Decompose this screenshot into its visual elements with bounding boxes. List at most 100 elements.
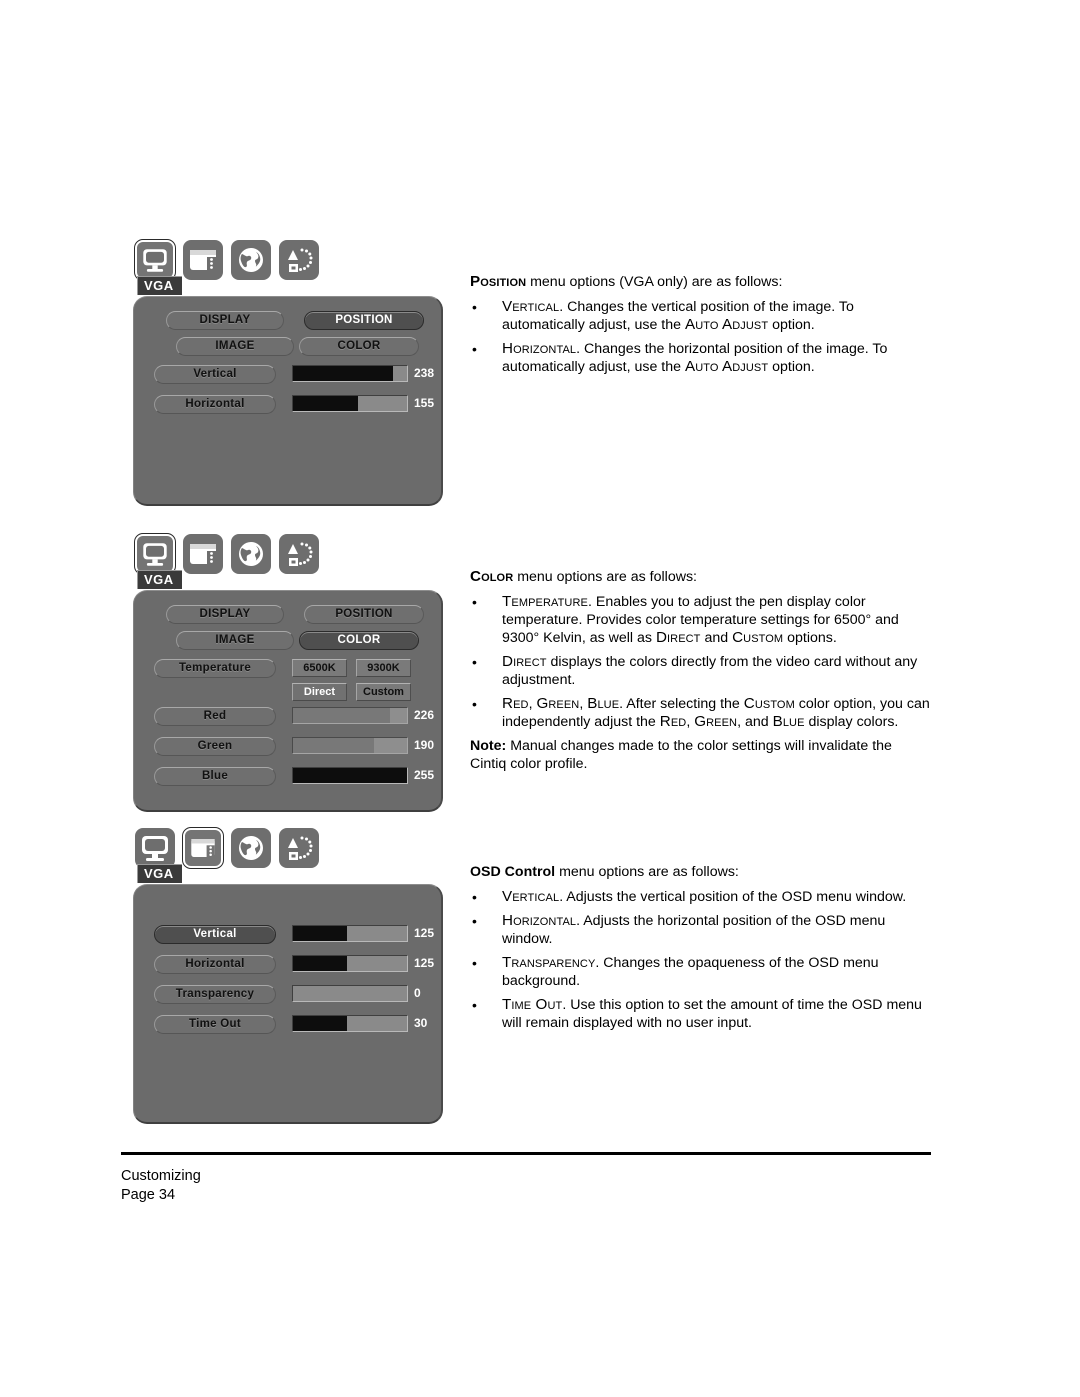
monitor-icon[interactable] bbox=[134, 239, 176, 281]
bullet-icon: • bbox=[472, 594, 477, 610]
slider-label-red[interactable]: Red bbox=[154, 707, 276, 726]
slider-fill-horizontal bbox=[293, 956, 347, 971]
temp-option-custom[interactable]: Custom bbox=[356, 683, 411, 701]
list-item-text: Horizontal. Adjusts the horizontal posit… bbox=[502, 912, 886, 947]
tab-color[interactable]: COLOR bbox=[299, 337, 419, 356]
bullet-icon: • bbox=[472, 341, 477, 357]
slider-value-horizontal: 155 bbox=[414, 396, 435, 410]
bullet-icon: • bbox=[472, 299, 477, 315]
osd-control-bullets: • Vertical. Adjusts the vertical position… bbox=[470, 888, 930, 1032]
color-lead: Color menu options are as follows: bbox=[470, 568, 697, 585]
color-note: Note: Manual changes made to the color s… bbox=[470, 738, 892, 772]
osd-icon-row: VGA bbox=[134, 533, 453, 589]
slider-label-blue[interactable]: Blue bbox=[154, 767, 276, 786]
vga-badge: VGA bbox=[137, 570, 182, 589]
tab-position[interactable]: POSITION bbox=[304, 605, 424, 624]
footer-page-number: Page 34 bbox=[121, 1187, 176, 1203]
vga-badge: VGA bbox=[137, 276, 182, 295]
slider-track-vertical[interactable] bbox=[292, 925, 408, 942]
slider-label-vertical[interactable]: Vertical bbox=[154, 925, 276, 944]
slider-value-horizontal: 125 bbox=[414, 956, 435, 970]
slider-value-green: 190 bbox=[414, 738, 435, 752]
temperature-group: Temperature 6500K 9300K Direct Custom bbox=[144, 657, 431, 705]
slider-fill-time-out bbox=[293, 1016, 347, 1031]
slider-label-vertical[interactable]: Vertical bbox=[154, 365, 276, 384]
slider-label-green[interactable]: Green bbox=[154, 737, 276, 756]
osd-icon-row: VGA bbox=[134, 239, 453, 295]
slider-row-vertical: Vertical 125 bbox=[144, 923, 434, 945]
shapes-dots-icon[interactable] bbox=[279, 534, 319, 574]
osd-window-icon[interactable] bbox=[182, 827, 224, 869]
list-item: • Vertical. Adjusts the vertical position… bbox=[470, 888, 930, 906]
slider-row-red: Red 226 bbox=[144, 705, 434, 727]
slider-value-blue: 255 bbox=[414, 768, 435, 782]
list-item-text: Time Out. Use this option to set the amo… bbox=[502, 996, 922, 1031]
osd-panel: DISPLAY POSITION IMAGE COLOR Temperature… bbox=[133, 590, 443, 812]
monitor-icon[interactable] bbox=[134, 533, 176, 575]
list-item: • Red, Green, Blue. After selecting the C… bbox=[470, 695, 930, 731]
footer-divider bbox=[121, 1152, 931, 1155]
osd-window-icon[interactable] bbox=[183, 534, 223, 574]
globe-icon[interactable] bbox=[231, 240, 271, 280]
bullet-icon: • bbox=[472, 696, 477, 712]
slider-label-time-out[interactable]: Time Out bbox=[154, 1015, 276, 1034]
slider-fill-horizontal bbox=[293, 396, 358, 411]
shapes-dots-icon[interactable] bbox=[279, 828, 319, 868]
slider-track-horizontal[interactable] bbox=[292, 955, 408, 972]
position-lead: Position menu options (VGA only) are as … bbox=[470, 273, 783, 290]
slider-value-red: 226 bbox=[414, 708, 435, 722]
list-item: • Vertical. Changes the vertical position… bbox=[470, 298, 930, 334]
list-item: • Horizontal. Adjusts the horizontal posi… bbox=[470, 912, 930, 948]
globe-icon[interactable] bbox=[231, 828, 271, 868]
slider-row-vertical: Vertical 238 bbox=[144, 363, 434, 385]
page-footer: Customizing Page 34 bbox=[121, 1152, 931, 1205]
slider-track-transparency[interactable] bbox=[292, 985, 408, 1002]
osd-panel: DISPLAY POSITION IMAGE COLOR Vertical 23… bbox=[133, 296, 443, 506]
slider-row-transparency: Transparency 0 bbox=[144, 983, 431, 1005]
slider-track-blue[interactable] bbox=[292, 767, 408, 784]
tab-display[interactable]: DISPLAY bbox=[166, 605, 284, 624]
list-item-text: Temperature. Enables you to adjust the p… bbox=[502, 593, 899, 646]
osd-tab-group: DISPLAY POSITION IMAGE COLOR bbox=[144, 311, 431, 363]
osd-control-lead: OSD Control menu options are as follows: bbox=[470, 864, 739, 880]
osd-control-description: OSD Control menu options are as follows:… bbox=[470, 863, 930, 1038]
temp-option-6500k[interactable]: 6500K bbox=[292, 659, 347, 677]
slider-track-red[interactable] bbox=[292, 707, 408, 724]
osd-screenshot-osd-control: VGA Vertical 125 Horizontal 125 Transpar… bbox=[133, 827, 453, 1124]
slider-label-transparency[interactable]: Transparency bbox=[154, 985, 276, 1004]
tab-position[interactable]: POSITION bbox=[304, 311, 424, 330]
position-bullets: • Vertical. Changes the vertical position… bbox=[470, 298, 930, 376]
tab-image[interactable]: IMAGE bbox=[176, 631, 294, 650]
list-item-text: Vertical. Changes the vertical position … bbox=[502, 298, 854, 333]
position-description: Position menu options (VGA only) are as … bbox=[470, 273, 930, 382]
osd-screenshot-position: VGA DISPLAY POSITION IMAGE COLOR Vertica… bbox=[133, 239, 453, 506]
bullet-icon: • bbox=[472, 955, 477, 971]
temp-option-direct[interactable]: Direct bbox=[292, 683, 347, 701]
slider-track-green[interactable] bbox=[292, 737, 408, 754]
temp-option-9300k[interactable]: 9300K bbox=[356, 659, 411, 677]
list-item-text: Transparency. Changes the opaqueness of … bbox=[502, 954, 879, 989]
temperature-label[interactable]: Temperature bbox=[154, 659, 276, 678]
slider-label-horizontal[interactable]: Horizontal bbox=[154, 395, 276, 414]
footer-text: Customizing Page 34 bbox=[121, 1167, 931, 1205]
osd-screenshot-color: VGA DISPLAY POSITION IMAGE COLOR Tempera… bbox=[133, 533, 453, 812]
list-item-text: Vertical. Adjusts the vertical position … bbox=[502, 888, 907, 905]
slider-track-vertical[interactable] bbox=[292, 365, 408, 382]
slider-row-horizontal: Horizontal 125 bbox=[144, 953, 434, 975]
tab-image[interactable]: IMAGE bbox=[176, 337, 294, 356]
slider-track-horizontal[interactable] bbox=[292, 395, 408, 412]
monitor-icon[interactable] bbox=[135, 828, 175, 868]
tab-color[interactable]: COLOR bbox=[299, 631, 419, 650]
slider-row-time-out: Time Out 30 bbox=[144, 1013, 431, 1035]
slider-fill-green bbox=[293, 738, 374, 753]
slider-track-time-out[interactable] bbox=[292, 1015, 408, 1032]
list-item-text: Horizontal. Changes the horizontal posit… bbox=[502, 340, 888, 375]
slider-label-horizontal[interactable]: Horizontal bbox=[154, 955, 276, 974]
panel-spacer bbox=[144, 899, 431, 923]
slider-fill-vertical bbox=[293, 366, 394, 381]
osd-panel: Vertical 125 Horizontal 125 Transparency… bbox=[133, 884, 443, 1124]
shapes-dots-icon[interactable] bbox=[279, 240, 319, 280]
globe-icon[interactable] bbox=[231, 534, 271, 574]
osd-window-icon[interactable] bbox=[183, 240, 223, 280]
tab-display[interactable]: DISPLAY bbox=[166, 311, 284, 330]
